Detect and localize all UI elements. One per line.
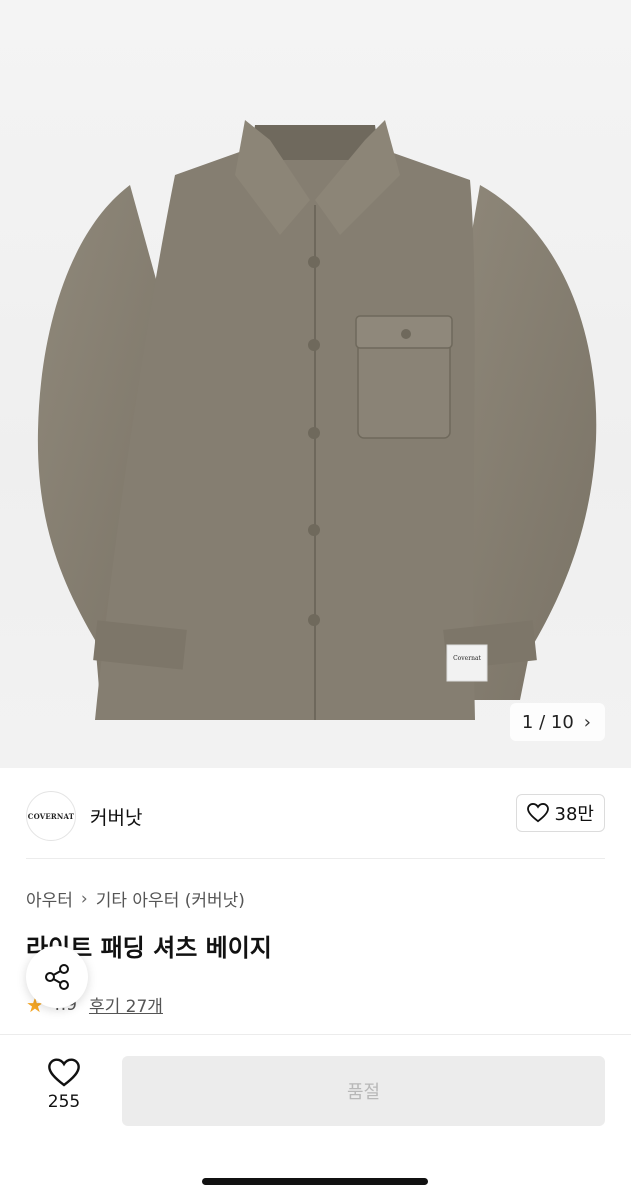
chevron-right-icon: › (583, 711, 591, 733)
pager-text: 1 / 10 (521, 711, 574, 733)
brand-like-button[interactable]: 38만 (515, 794, 605, 832)
chevron-right-icon: › (80, 888, 88, 909)
share-icon (45, 964, 69, 990)
wishlist-count: 255 (47, 1092, 81, 1112)
breadcrumb-item-outer[interactable]: 아우터 (26, 886, 73, 911)
wishlist-button[interactable]: 255 (30, 1058, 98, 1112)
home-indicator (202, 1178, 428, 1185)
share-button[interactable] (26, 946, 88, 1008)
reviews-link[interactable]: 후기 27개 (89, 992, 163, 1017)
image-pager[interactable]: 1 / 10 › (509, 703, 605, 741)
product-image-gallery[interactable]: Covernat 1 / 10 › (0, 0, 631, 768)
breadcrumb: 아우터 › 기타 아우터 (커버낫) (26, 886, 245, 912)
brand-logo[interactable]: COVERNAT (26, 791, 76, 841)
heart-icon (48, 1058, 80, 1087)
breadcrumb-item-other-outer[interactable]: 기타 아우터 (커버낫) (96, 886, 245, 911)
heart-icon (526, 803, 549, 823)
brand-like-count: 38만 (554, 804, 594, 825)
jacket-image: Covernat (37, 120, 597, 720)
jacket-tag-label: Covernat (453, 655, 481, 662)
divider (26, 858, 605, 859)
sold-out-button[interactable]: 품절 (122, 1056, 605, 1126)
brand-name[interactable]: 커버낫 (90, 803, 142, 830)
bottom-bar-divider (0, 1034, 631, 1035)
brand-row[interactable]: COVERNAT 커버낫 38만 (26, 788, 605, 844)
